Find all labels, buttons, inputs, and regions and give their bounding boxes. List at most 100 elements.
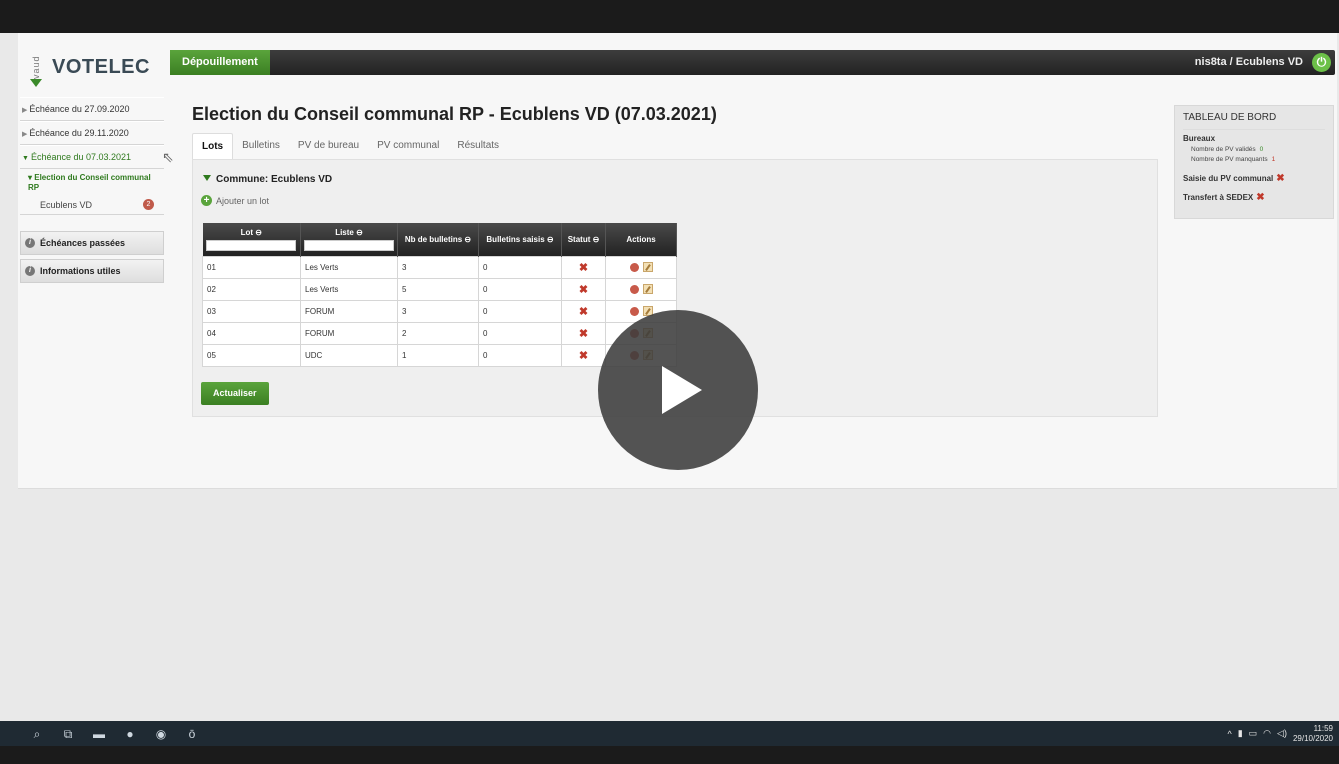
col-liste-label: Liste ⊖ bbox=[335, 227, 363, 237]
sidebar-commune-link[interactable]: Ecublens VD 2 bbox=[20, 196, 164, 215]
col-bulletins-saisis[interactable]: Bulletins saisis ⊖ bbox=[478, 223, 562, 256]
cell-liste: UDC bbox=[300, 343, 398, 367]
dashboard-bureaux-heading: Bureaux bbox=[1183, 134, 1216, 143]
wifi-icon[interactable]: ◠ bbox=[1263, 728, 1271, 739]
table-row: 04 FORUM 2 0 ✖ bbox=[202, 321, 677, 345]
cell-nb: 3 bbox=[397, 255, 479, 279]
search-icon[interactable]: ⌕ bbox=[30, 727, 44, 741]
file-explorer-icon[interactable]: ▬ bbox=[92, 727, 106, 741]
sidebar-election-link[interactable]: ▾ Election du Conseil communal RP bbox=[20, 169, 164, 196]
tab-resultats[interactable]: Résultats bbox=[448, 133, 508, 159]
app-icon[interactable]: ō bbox=[185, 727, 199, 741]
sidebar-echeance-label: Échéance du 27.09.2020 bbox=[29, 104, 130, 114]
tab-pv-bureau[interactable]: PV de bureau bbox=[289, 133, 368, 159]
plus-icon: + bbox=[201, 195, 212, 206]
table-row: 03 FORUM 3 0 ✖ bbox=[202, 299, 677, 323]
table-row: 02 Les Verts 5 0 ✖ bbox=[202, 277, 677, 301]
tab-lots[interactable]: Lots bbox=[192, 133, 234, 159]
mouse-cursor-icon: ⇖ bbox=[162, 149, 174, 165]
col-nb-bulletins[interactable]: Nb de bulletins ⊖ bbox=[397, 223, 479, 256]
delete-icon[interactable] bbox=[629, 262, 639, 272]
cell-actions bbox=[605, 255, 677, 279]
cell-nb: 2 bbox=[397, 321, 479, 345]
cell-saisis: 0 bbox=[478, 343, 562, 367]
sidebar-echeance-label: Échéance du 29.11.2020 bbox=[29, 128, 129, 138]
delete-icon[interactable] bbox=[629, 284, 639, 294]
browser-icon[interactable]: ◉ bbox=[154, 727, 168, 741]
video-play-button[interactable] bbox=[598, 310, 758, 470]
delete-icon[interactable] bbox=[629, 306, 639, 316]
add-lot-label: Ajouter un lot bbox=[216, 195, 270, 206]
transfert-sedex-status: Transfert à SEDEX ✖ bbox=[1183, 192, 1325, 203]
sidebar-commune-label: Ecublens VD bbox=[40, 200, 93, 210]
battery-icon[interactable]: ▮ bbox=[1238, 728, 1243, 739]
pv-manquants-value: 1 bbox=[1271, 156, 1276, 163]
video-letterbox-bottom bbox=[0, 746, 1339, 764]
chevron-down-icon: ▼ bbox=[22, 155, 29, 162]
cell-lot: 01 bbox=[202, 255, 301, 279]
col-statut[interactable]: Statut ⊖ bbox=[561, 223, 606, 256]
col-actions: Actions bbox=[605, 223, 677, 256]
transfert-label: Transfert à SEDEX bbox=[1183, 193, 1254, 202]
col-lot[interactable]: Lot ⊖ bbox=[202, 223, 301, 256]
status-error-icon: ✖ bbox=[561, 321, 606, 345]
col-lot-label: Lot ⊖ bbox=[240, 227, 262, 237]
sidebar-echeance-1[interactable]: ▶ Échéance du 27.09.2020 bbox=[20, 97, 164, 121]
logo-text: VOTELEC bbox=[52, 55, 150, 78]
filter-lot-input[interactable] bbox=[205, 239, 296, 251]
cell-lot: 05 bbox=[202, 343, 301, 367]
browser-page: vaud VOTELEC Dépouillement nis8ta / Ecub… bbox=[0, 33, 1339, 721]
filter-liste-input[interactable] bbox=[304, 239, 394, 251]
commune-header[interactable]: Commune: Ecublens VD bbox=[203, 174, 332, 185]
chevron-right-icon: ▶ bbox=[22, 107, 28, 114]
clock-time: 11:59 bbox=[1313, 723, 1333, 733]
edit-icon[interactable] bbox=[642, 262, 653, 272]
tab-pv-communal[interactable]: PV communal bbox=[368, 133, 448, 159]
chevron-up-icon[interactable]: ^ bbox=[1227, 729, 1231, 739]
table-row: 01 Les Verts 3 0 ✖ bbox=[202, 255, 677, 279]
task-view-icon[interactable]: ⧉ bbox=[61, 727, 75, 741]
app-logo[interactable]: vaud VOTELEC bbox=[26, 41, 166, 93]
firefox-icon[interactable]: ● bbox=[123, 727, 137, 741]
taskbar-clock[interactable]: 11:59 29/10/2020 bbox=[1293, 724, 1333, 744]
cell-liste: FORUM bbox=[300, 321, 398, 345]
info-icon: i bbox=[25, 238, 35, 248]
volume-icon[interactable]: ◁) bbox=[1277, 728, 1287, 739]
logo-triangle-icon bbox=[30, 79, 42, 87]
cell-lot: 02 bbox=[202, 277, 301, 301]
col-liste[interactable]: Liste ⊖ bbox=[300, 223, 398, 256]
status-error-icon: ✖ bbox=[561, 277, 606, 301]
info-icon: i bbox=[25, 266, 35, 276]
commune-header-label: Commune: Ecublens VD bbox=[216, 174, 333, 185]
tab-bulletins[interactable]: Bulletins bbox=[233, 133, 289, 159]
sidebar-echeances-passees[interactable]: i Échéances passées bbox=[20, 231, 164, 255]
cell-actions bbox=[605, 277, 677, 301]
edit-icon[interactable] bbox=[642, 284, 653, 294]
sidebar-echeance-2[interactable]: ▶ Échéance du 29.11.2020 bbox=[20, 121, 164, 145]
sidebar-informations-utiles[interactable]: i Informations utiles bbox=[20, 259, 164, 283]
sidebar-echeance-3[interactable]: ▼ Échéance du 07.03.2021 bbox=[20, 145, 164, 169]
sidebar-election-label: Election du Conseil communal RP bbox=[28, 173, 151, 192]
commune-count-badge: 2 bbox=[143, 199, 154, 210]
status-error-icon: ✖ bbox=[561, 255, 606, 279]
sidebar-box-label: Échéances passées bbox=[40, 238, 126, 248]
saisie-pv-communal-status: Saisie du PV communal ✖ bbox=[1183, 173, 1325, 184]
clock-date: 29/10/2020 bbox=[1292, 733, 1333, 743]
refresh-button[interactable]: Actualiser bbox=[201, 382, 269, 405]
pv-manquants-stat: Nombre de PV manquants 1 bbox=[1191, 155, 1325, 165]
power-icon[interactable]: ⏻ bbox=[1312, 53, 1331, 72]
cell-nb: 1 bbox=[397, 343, 479, 367]
cell-liste: Les Verts bbox=[300, 255, 398, 279]
vaud-logo-icon: vaud bbox=[26, 45, 46, 89]
network-icon[interactable]: ▭ bbox=[1249, 728, 1258, 739]
user-commune-label[interactable]: nis8ta / Ecublens VD bbox=[1195, 50, 1303, 75]
lots-table: Lot ⊖ Liste ⊖ Nb de bulletins ⊖ Bulletin… bbox=[202, 223, 677, 367]
nav-tab-depouillement[interactable]: Dépouillement bbox=[170, 50, 270, 75]
system-tray: ^ ▮ ▭ ◠ ◁) 11:59 29/10/2020 bbox=[1227, 721, 1333, 746]
add-lot-link[interactable]: + Ajouter un lot bbox=[201, 195, 269, 206]
taskbar-icons: ⌕ ⧉ ▬ ● ◉ ō bbox=[30, 721, 216, 746]
dashboard-title: TABLEAU DE BORD bbox=[1183, 112, 1325, 130]
sidebar-echeance-label: Échéance du 07.03.2021 bbox=[30, 152, 132, 162]
sidebar-box-label: Informations utiles bbox=[40, 266, 121, 276]
pv-valides-stat: Nombre de PV validés 0 bbox=[1191, 145, 1325, 155]
